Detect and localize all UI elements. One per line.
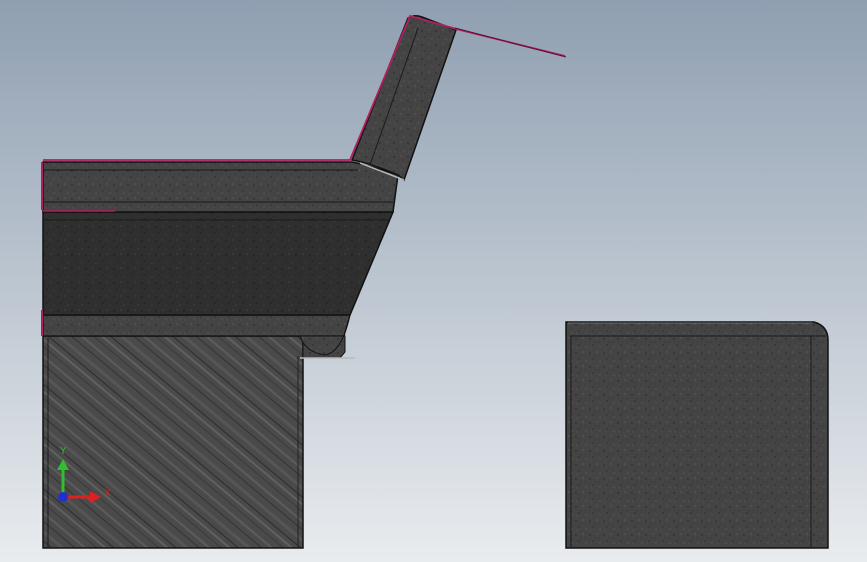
triad-x-label: X: [104, 488, 111, 499]
right-block-body[interactable]: [565, 321, 829, 549]
model-canvas[interactable]: Y X: [0, 0, 867, 562]
slanted-riser-face[interactable]: [42, 211, 395, 316]
left-base-block[interactable]: [42, 335, 304, 549]
left-tread-band[interactable]: [42, 314, 351, 337]
triad-y-label: Y: [59, 446, 67, 457]
graphics-viewport[interactable]: Y X: [0, 0, 867, 562]
right-block[interactable]: [565, 321, 829, 549]
triad-z-axis-icon: [58, 492, 68, 502]
